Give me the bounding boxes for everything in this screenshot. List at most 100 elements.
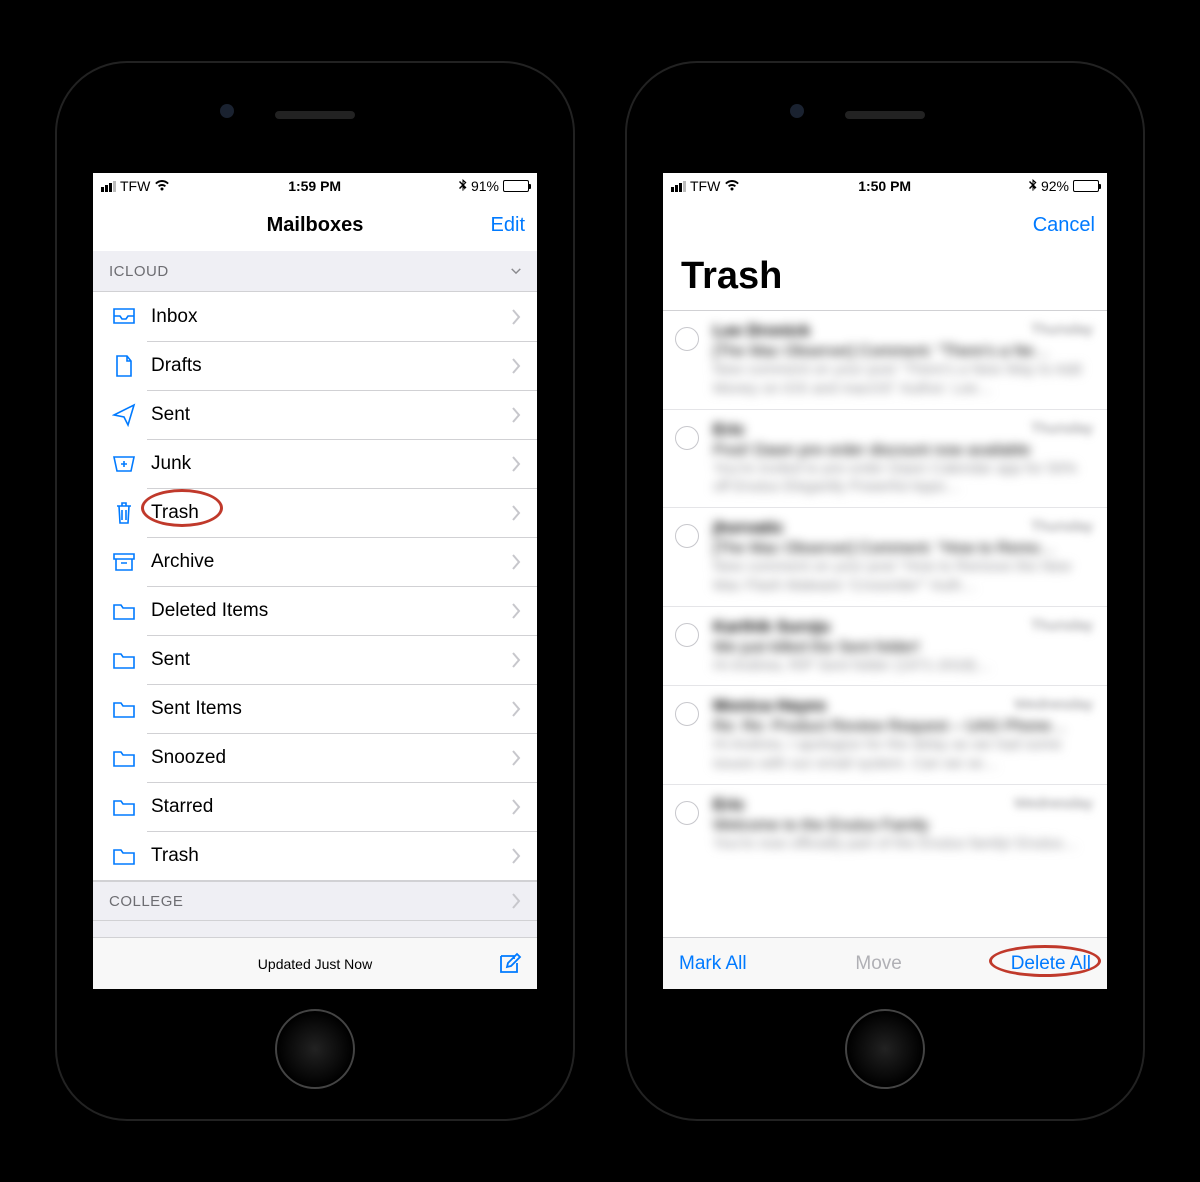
delete-all-button[interactable]: Delete All (1011, 953, 1091, 975)
nav-title: Mailboxes (267, 214, 364, 237)
home-button[interactable] (275, 1009, 355, 1089)
mailbox-label: Inbox (151, 306, 511, 328)
chevron-right-icon (511, 893, 521, 909)
mail-preview: New comment on your post "There's a New … (713, 361, 1095, 399)
move-button: Move (855, 953, 901, 975)
battery-pct-label: 91% (471, 178, 499, 194)
folder-icon (109, 748, 139, 768)
select-circle[interactable] (675, 623, 699, 647)
mailbox-row-trash[interactable]: Trash (93, 831, 537, 880)
mailbox-row-archive[interactable]: Archive (93, 537, 537, 586)
mail-date: Thursday (1030, 420, 1093, 437)
chevron-right-icon (511, 603, 521, 619)
carrier-label: TFW (120, 178, 150, 194)
chevron-right-icon (511, 456, 521, 472)
mailbox-row-trash[interactable]: Trash (93, 488, 537, 537)
page-title: Trash (663, 251, 1107, 311)
mail-subject: Welcome to the Enulus Family (713, 817, 1095, 835)
folder-icon (109, 846, 139, 866)
folder-icon (109, 699, 139, 719)
mailbox-row-deleted-items[interactable]: Deleted Items (93, 586, 537, 635)
chevron-right-icon (511, 701, 521, 717)
select-circle[interactable] (675, 702, 699, 726)
mailbox-row-junk[interactable]: Junk (93, 439, 537, 488)
chevron-right-icon (511, 358, 521, 374)
mail-preview: Hi Andrew, RIP Sent folder (1971-2018)… (713, 657, 1095, 676)
speaker-grille (275, 111, 355, 119)
chevron-right-icon (511, 848, 521, 864)
bluetooth-icon (459, 179, 467, 193)
mail-list: Lee Dronick[The Mac Observer] Comment: "… (663, 311, 1107, 937)
battery-icon (1073, 180, 1099, 192)
mail-preview: New comment on your post "How to Remove … (713, 558, 1095, 596)
select-circle[interactable] (675, 327, 699, 351)
bluetooth-icon (1029, 179, 1037, 193)
signal-icon (101, 181, 116, 192)
mail-preview: You're invited to pre-order Dawn Calenda… (713, 460, 1095, 498)
mail-subject: Post! Dawn pre-order discount now availa… (713, 442, 1095, 460)
mailbox-label: Starred (151, 796, 511, 818)
archive-icon (109, 552, 139, 572)
mailbox-row-snoozed[interactable]: Snoozed (93, 733, 537, 782)
mail-row[interactable]: Lee Dronick[The Mac Observer] Comment: "… (663, 311, 1107, 409)
cancel-button[interactable]: Cancel (1033, 214, 1095, 237)
mail-subject: [The Mac Observer] Comment: "How to Remo… (713, 540, 1095, 558)
screen-mailboxes: TFW 1:59 PM 91% Mailboxes Edit (93, 173, 537, 989)
mail-date: Wednesday (1014, 696, 1093, 713)
edit-toolbar: Mark All Move Delete All (663, 937, 1107, 989)
home-button[interactable] (845, 1009, 925, 1089)
mail-preview: You're now officially part of the Enulus… (713, 835, 1095, 854)
carrier-label: TFW (690, 178, 720, 194)
mail-preview: Hi Andrew, I apologize for the delay as … (713, 736, 1095, 774)
mail-date: Thursday (1030, 518, 1093, 535)
toolbar-status-label: Updated Just Now (258, 956, 372, 972)
mail-date: Wednesday (1014, 795, 1093, 812)
folder-icon (109, 650, 139, 670)
select-circle[interactable] (675, 524, 699, 548)
mail-row[interactable]: Karthik SurojuWe just killed the Sent fo… (663, 606, 1107, 686)
nav-bar: Mailboxes Edit (93, 199, 537, 251)
chevron-right-icon (511, 554, 521, 570)
select-circle[interactable] (675, 801, 699, 825)
chevron-right-icon (511, 407, 521, 423)
status-bar: TFW 1:50 PM 92% (663, 173, 1107, 199)
iphone-frame-right: TFW 1:50 PM 92% Cancel Trash (625, 61, 1145, 1121)
mail-date: Thursday (1030, 321, 1093, 338)
mailbox-label: Trash (151, 502, 511, 524)
section-header-icloud[interactable]: ICLOUD (93, 251, 537, 291)
folder-icon (109, 797, 139, 817)
mail-row[interactable]: Monica HayesRe: Re: Product Review Reque… (663, 685, 1107, 784)
sent-icon (109, 403, 139, 427)
mail-subject: Re: Re: Product Review Request – UAG Pho… (713, 718, 1095, 736)
chevron-right-icon (511, 799, 521, 815)
select-circle[interactable] (675, 426, 699, 450)
chevron-right-icon (511, 505, 521, 521)
clock-label: 1:50 PM (858, 178, 911, 194)
status-bar: TFW 1:59 PM 91% (93, 173, 537, 199)
mailbox-label: Drafts (151, 355, 511, 377)
draft-icon (109, 354, 139, 378)
screen-trash: TFW 1:50 PM 92% Cancel Trash (663, 173, 1107, 989)
mailbox-label: Sent (151, 404, 511, 426)
mailbox-row-inbox[interactable]: Inbox (93, 292, 537, 341)
chevron-right-icon (511, 750, 521, 766)
mailbox-label: Trash (151, 845, 511, 867)
edit-button[interactable]: Edit (491, 214, 525, 237)
nav-bar: Cancel (663, 199, 1107, 251)
mark-all-button[interactable]: Mark All (679, 953, 747, 975)
mailbox-row-sent[interactable]: Sent (93, 390, 537, 439)
camera-dot (790, 104, 804, 118)
mailbox-label: Snoozed (151, 747, 511, 769)
mailbox-row-drafts[interactable]: Drafts (93, 341, 537, 390)
chevron-right-icon (511, 309, 521, 325)
mail-subject: [The Mac Observer] Comment: "There's a N… (713, 343, 1095, 361)
mailbox-row-starred[interactable]: Starred (93, 782, 537, 831)
mail-row[interactable]: EricPost! Dawn pre-order discount now av… (663, 409, 1107, 508)
mailbox-row-sent-items[interactable]: Sent Items (93, 684, 537, 733)
section-header-college[interactable]: COLLEGE (93, 881, 537, 921)
compose-button[interactable] (497, 951, 523, 977)
mailbox-row-sent[interactable]: Sent (93, 635, 537, 684)
mail-row[interactable]: jhorvatic[The Mac Observer] Comment: "Ho… (663, 507, 1107, 606)
chevron-right-icon (511, 652, 521, 668)
mail-row[interactable]: EricWelcome to the Enulus FamilyYou're n… (663, 784, 1107, 864)
